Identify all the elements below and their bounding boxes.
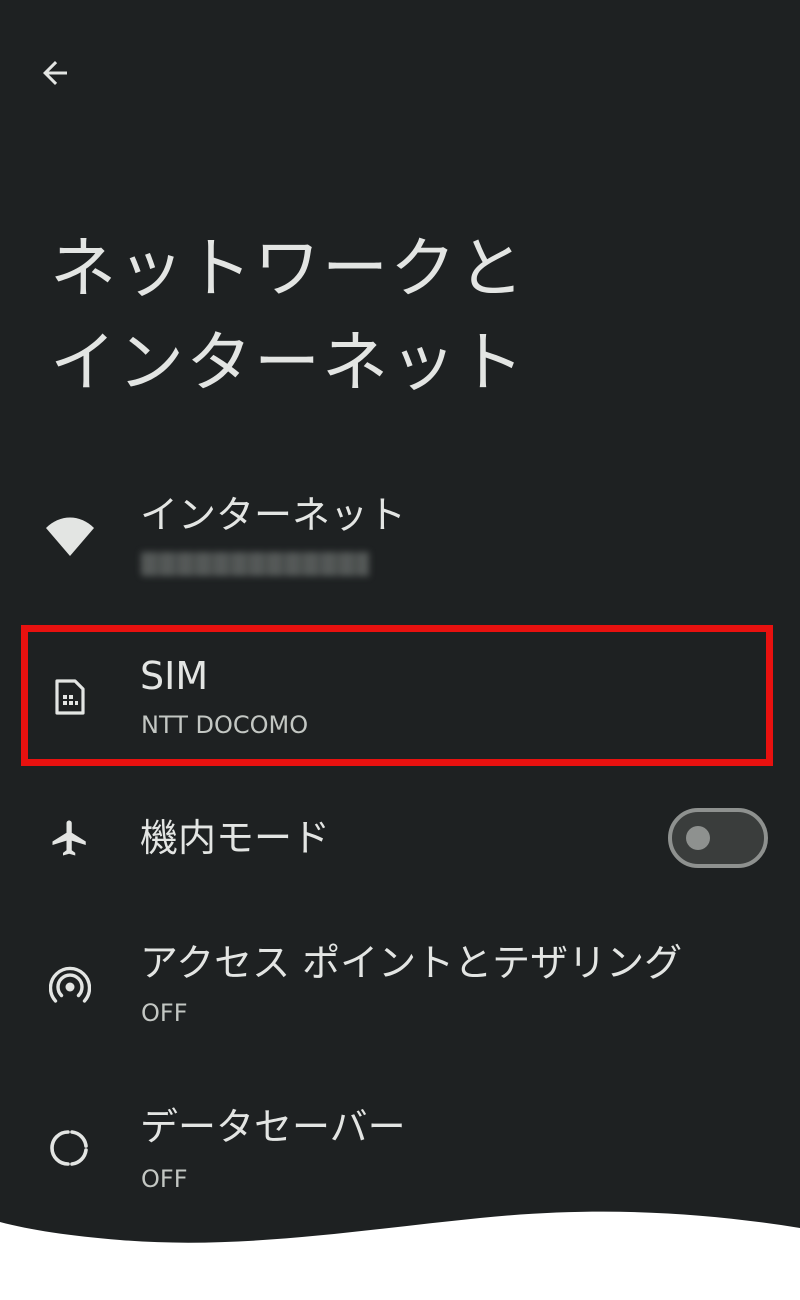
- settings-item-summary: OFF: [141, 1165, 188, 1193]
- settings-screen: ネットワークと インターネット インターネット ▒▒▒▒▒▒▒▒▒▒▒▒▒▒▒▒…: [0, 0, 800, 1300]
- settings-item-data-saver[interactable]: データセーバー OFF: [0, 1092, 800, 1202]
- settings-item-title: アクセス ポイントとテザリング: [140, 941, 683, 985]
- airplane-mode-toggle[interactable]: [668, 808, 768, 868]
- settings-item-hotspot-tethering[interactable]: アクセス ポイントとテザリング OFF: [0, 928, 800, 1038]
- settings-item-title: SIM: [140, 654, 209, 698]
- wifi-icon: [44, 510, 96, 562]
- sim-card-icon: [44, 671, 96, 723]
- settings-item-title: インターネット: [140, 493, 407, 537]
- data-saver-icon: [44, 1122, 96, 1174]
- toggle-knob: [686, 826, 710, 850]
- back-button[interactable]: [28, 46, 82, 100]
- page-title-line-2: インターネット: [50, 324, 526, 401]
- page-title-line-1: ネットワークと: [50, 230, 526, 307]
- hotspot-icon: [44, 958, 96, 1010]
- network-name-blurred: ▒▒▒▒▒▒▒▒▒▒▒▒▒▒▒▒: [141, 552, 369, 577]
- settings-item-title: データセーバー: [140, 1105, 406, 1149]
- arrow-left-icon: [43, 61, 67, 85]
- page-title: ネットワークと インターネット: [50, 222, 750, 410]
- settings-item-summary: OFF: [141, 999, 188, 1027]
- airplane-icon: [44, 812, 96, 864]
- settings-item-sim[interactable]: SIM NTT DOCOMO: [0, 632, 800, 760]
- settings-item-title: 機内モード: [140, 816, 331, 860]
- settings-item-internet[interactable]: インターネット ▒▒▒▒▒▒▒▒▒▒▒▒▒▒▒▒: [0, 480, 800, 610]
- settings-item-summary: NTT DOCOMO: [141, 711, 309, 739]
